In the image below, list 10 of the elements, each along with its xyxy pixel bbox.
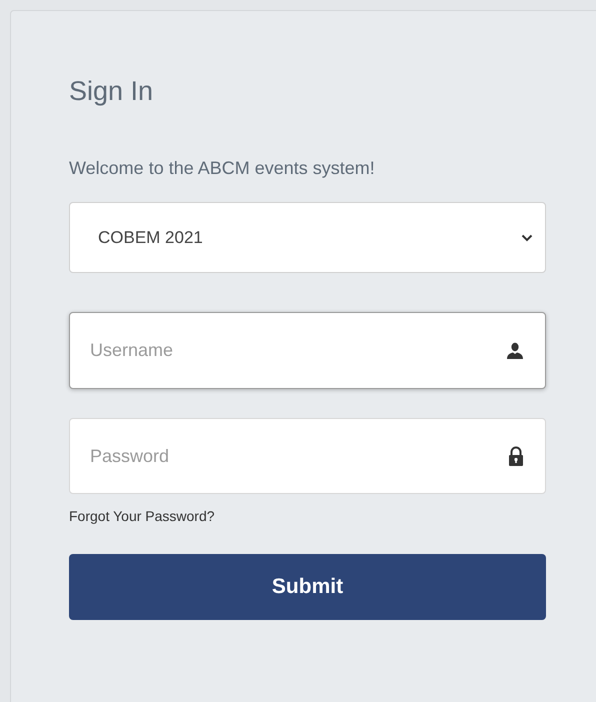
password-field[interactable]: Password [69, 418, 546, 494]
submit-button[interactable]: Submit [69, 554, 546, 620]
forgot-password-link[interactable]: Forgot Your Password? [69, 506, 546, 526]
lock-icon [508, 446, 524, 466]
sign-in-title: Sign In [69, 75, 154, 108]
welcome-text: Welcome to the ABCM events system! [69, 157, 376, 180]
event-select[interactable]: COBEM 2021 [69, 202, 546, 273]
username-field[interactable]: Username [69, 312, 546, 389]
user-icon [506, 342, 524, 360]
chevron-down-icon [521, 234, 533, 242]
